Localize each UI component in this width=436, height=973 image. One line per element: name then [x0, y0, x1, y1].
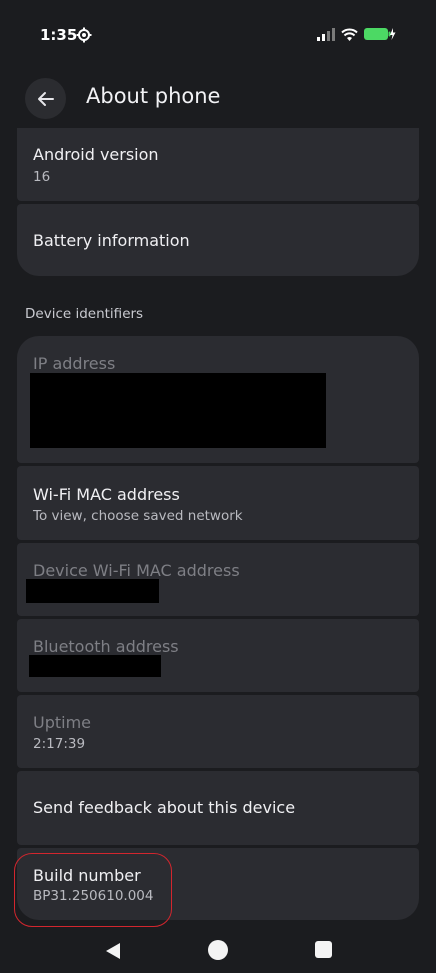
- nav-home-icon[interactable]: [208, 940, 228, 960]
- wifi-icon: [341, 28, 358, 41]
- page-title: About phone: [86, 84, 221, 108]
- row-title: IP address: [33, 354, 116, 373]
- section-label-device-identifiers: Device identifiers: [25, 306, 144, 322]
- row-subtitle: BP31.250610.004: [33, 888, 154, 904]
- status-time: 1:35: [40, 26, 78, 44]
- redacted-bluetooth-address: [29, 655, 161, 677]
- redacted-device-wifi-mac: [26, 579, 159, 603]
- signal-icon: [317, 27, 335, 41]
- arrow-left-icon: [37, 91, 54, 106]
- list-item-android-version[interactable]: Android version 16: [17, 128, 419, 201]
- row-title: Uptime: [33, 713, 92, 732]
- battery-charging-icon: [364, 28, 396, 40]
- nav-recents-icon[interactable]: [315, 941, 332, 958]
- list-item-wifi-mac-address[interactable]: Wi-Fi MAC address To view, choose saved …: [17, 466, 419, 540]
- row-title: Android version: [33, 145, 159, 164]
- redacted-ip-address: [30, 373, 326, 448]
- row-title: Bluetooth address: [33, 637, 179, 656]
- row-title: Wi-Fi MAC address: [33, 485, 180, 504]
- row-title: Battery information: [33, 231, 190, 250]
- status-bar: 1:35: [0, 0, 436, 68]
- list-item-uptime: Uptime 2:17:39: [17, 695, 419, 768]
- list-item-build-number[interactable]: Build number BP31.250610.004: [17, 848, 419, 920]
- navigation-bar: [0, 928, 436, 973]
- row-title: Build number: [33, 866, 141, 885]
- gear-icon: [76, 27, 92, 43]
- back-button[interactable]: [25, 78, 66, 119]
- row-subtitle: 2:17:39: [33, 736, 86, 752]
- nav-back-icon[interactable]: [102, 940, 124, 962]
- row-subtitle: 16: [33, 169, 51, 185]
- row-title: Device Wi-Fi MAC address: [33, 561, 240, 580]
- app-bar: About phone: [0, 72, 436, 128]
- list-item-send-feedback[interactable]: Send feedback about this device: [17, 771, 419, 845]
- row-title: Send feedback about this device: [33, 798, 296, 817]
- row-subtitle: To view, choose saved network: [33, 508, 243, 524]
- status-icons: [317, 27, 396, 41]
- list-item-battery-information[interactable]: Battery information: [17, 204, 419, 276]
